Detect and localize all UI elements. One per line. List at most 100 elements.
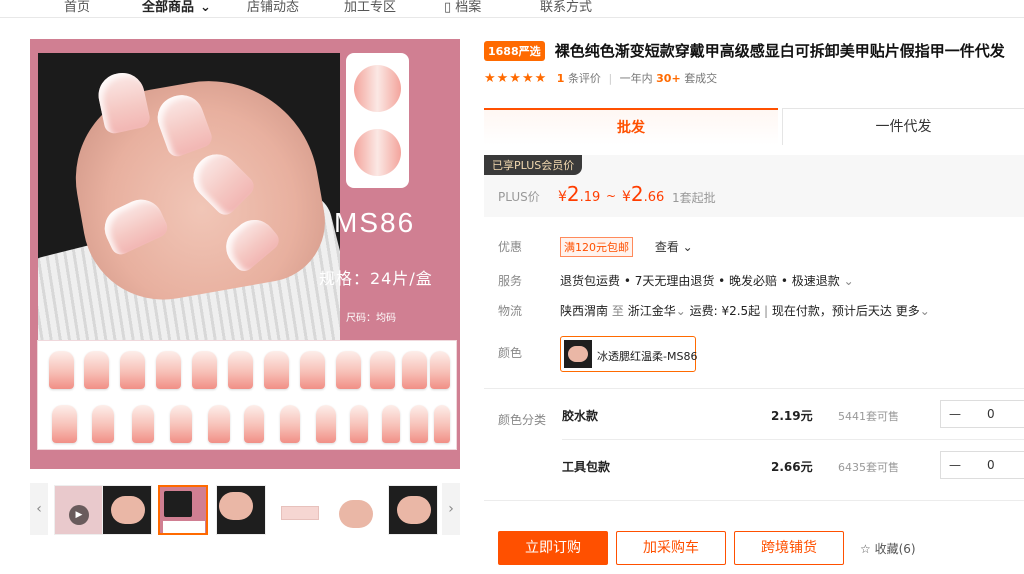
more-label: 更多 (895, 304, 920, 318)
nail-tip (430, 351, 450, 389)
sku-name: 胶水款 (562, 409, 599, 423)
chevron-right-icon[interactable]: › (442, 483, 460, 535)
separator: | (764, 304, 769, 318)
nav-processing[interactable]: 加工专区 (344, 0, 396, 15)
thumb-hand (111, 496, 145, 524)
nail-tip (300, 351, 325, 389)
sku-row: 工具包款 2.66元 6435套可售 — 0 (562, 451, 1024, 481)
main-product-image[interactable]: MS86 规格：24片/盒 尺码：均码 (30, 39, 460, 469)
chevron-down-icon: ⌄ (682, 240, 693, 254)
service-label: 服务 (498, 274, 523, 288)
nail-tip (264, 351, 289, 389)
nail-tip (120, 351, 145, 389)
sku-category-label: 颜色分类 (498, 413, 547, 427)
plus-price-label: PLUS价 (498, 190, 540, 204)
nail-tips-set (37, 340, 457, 450)
service-value[interactable]: 退货包运费 • 7天无理由退货 • 晚发必赔 • 极速退款 ⌄ (560, 272, 854, 289)
price-high-int: 2 (630, 182, 644, 206)
view-link[interactable]: 查看 ⌄ (655, 240, 693, 254)
ship-origin: 陕西渭南 (560, 304, 609, 318)
sample-nail (354, 129, 401, 176)
nail-tip (228, 351, 253, 389)
color-label: 颜色 (498, 346, 523, 360)
size-label: 尺码：均码 (346, 313, 396, 324)
thumbnail[interactable] (216, 485, 266, 535)
thumb-case (281, 506, 319, 520)
color-option-selected[interactable]: 冰透腮红温柔-MS86 (560, 336, 698, 372)
nail-tip (244, 405, 264, 443)
thumbnail-selected[interactable] (158, 485, 208, 535)
doc-icon: ▯ (444, 0, 456, 15)
tab-dropship[interactable]: 一件代发 (782, 108, 1024, 145)
minus-button[interactable]: — (941, 401, 969, 427)
thumb-hand (397, 496, 431, 524)
free-shipping-coupon[interactable]: 满120元包邮 (560, 237, 633, 257)
nav-all-products[interactable]: 全部商品 ⌄ (142, 0, 211, 15)
tab-wholesale[interactable]: 批发 (484, 108, 778, 145)
nail-tip (156, 351, 181, 389)
quantity-input[interactable]: 0 (987, 407, 995, 421)
thumbnail[interactable] (388, 485, 438, 535)
nav-store-news[interactable]: 店铺动态 (247, 0, 299, 15)
more-link[interactable]: 更多⌄ (896, 304, 930, 318)
thumbnail[interactable] (102, 485, 152, 535)
thumbnail[interactable] (330, 485, 380, 535)
star-rating-icon: ★★★★★ (484, 71, 548, 86)
thumbnail[interactable] (274, 485, 324, 535)
thumb-hand (339, 500, 373, 528)
nav-home[interactable]: 首页 (64, 0, 90, 15)
rating-row: ★★★★★ 1 条评价 | 一年内 30+ 套成交 (484, 70, 717, 86)
sku-price: 2.66元 (771, 460, 813, 474)
ship-destination[interactable]: 浙江金华⌄ (628, 304, 686, 318)
nail-tip (92, 405, 114, 443)
sku-name: 工具包款 (562, 460, 611, 474)
chevron-left-icon[interactable]: ‹ (30, 483, 48, 535)
nail-tip (52, 405, 77, 443)
nav-archive[interactable]: ▯ 档案 (444, 0, 481, 15)
nav-contact[interactable]: 联系方式 (540, 0, 592, 15)
price-high: ¥2.66 (622, 182, 664, 206)
service-text: 退货包运费 • 7天无理由退货 • 晚发必赔 • 极速退款 (560, 274, 840, 288)
review-suffix[interactable]: 条评价 (568, 72, 601, 85)
play-icon: ▶ (69, 505, 89, 525)
hand-photo (38, 53, 340, 362)
sku-stock: 5441套可售 (838, 410, 899, 423)
minus-button[interactable]: — (941, 452, 969, 478)
freight: 运费: ¥2.5起 (689, 304, 761, 318)
nail-tip (84, 351, 109, 389)
model-number: MS86 (334, 207, 416, 238)
add-to-cart-button[interactable]: 加采购车 (616, 531, 726, 565)
sales-prefix: 一年内 (619, 72, 653, 85)
currency-symbol: ¥ (622, 189, 631, 205)
nav-all-products-label: 全部商品 (142, 0, 195, 15)
buy-now-button[interactable]: 立即订购 (498, 531, 608, 565)
nail-tip (132, 405, 154, 443)
chevron-down-icon: ⌄ (843, 274, 854, 288)
color-option-label: 冰透腮红温柔-MS86 (597, 350, 698, 363)
spec-label: 规格：24片/盒 (319, 269, 433, 288)
color-thumb (564, 340, 592, 368)
nail-tip (382, 405, 400, 443)
divider-bar: | (608, 72, 613, 85)
logistics-label: 物流 (498, 304, 523, 318)
thumbnail-strip: ‹ ▶ › (30, 483, 460, 539)
nail-tip (434, 405, 450, 443)
top-nav: 首页 全部商品 ⌄ 店铺动态 加工专区 ▯ 档案 联系方式 (0, 0, 1024, 18)
currency-symbol: ¥ (558, 189, 567, 205)
nail-tip (410, 405, 428, 443)
price-low-dec: .19 (579, 190, 601, 205)
nail-tip (336, 351, 361, 389)
shipping-note: 现在付款，预计后天达 (771, 304, 892, 318)
chevron-down-icon: ⌄ (919, 304, 930, 318)
review-count[interactable]: 1 (557, 72, 565, 85)
quantity-input[interactable]: 0 (987, 458, 995, 472)
sample-card (346, 53, 409, 188)
nail-tip (370, 351, 395, 389)
favorite-button[interactable]: ☆ 收藏(6) (860, 540, 916, 557)
thumb-strip (163, 521, 205, 533)
cross-border-button[interactable]: 跨境铺货 (734, 531, 844, 565)
promo-label: 优惠 (498, 240, 523, 254)
thumbnail-video[interactable]: ▶ (54, 485, 104, 535)
color-thumb-hand (568, 346, 588, 362)
nail-tip (316, 405, 336, 443)
